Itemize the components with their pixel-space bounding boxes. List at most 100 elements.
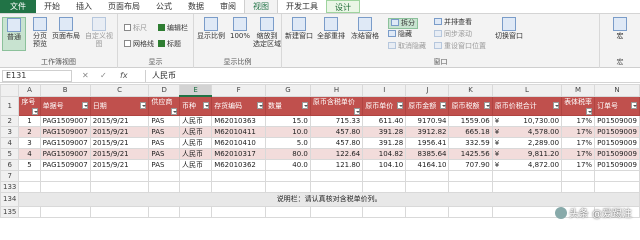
zoom-button[interactable]: 显示比例 xyxy=(196,17,226,51)
formula-bar-checkbox[interactable]: 编辑栏 xyxy=(158,24,188,33)
table-cell-amount[interactable]: ¥2,289.00 xyxy=(491,136,563,149)
insert-function-icon[interactable]: fx xyxy=(120,70,128,82)
select-all-corner[interactable] xyxy=(0,84,20,97)
zoom-100-button[interactable]: 100% xyxy=(228,17,252,51)
filter-dropdown-icon[interactable] xyxy=(397,101,404,109)
table-cell[interactable]: 457.80 xyxy=(309,125,364,138)
table-cell[interactable] xyxy=(18,205,41,218)
table-cell[interactable] xyxy=(211,205,267,218)
table-cell[interactable] xyxy=(405,180,450,193)
table-cell[interactable]: 人民币 xyxy=(179,136,213,149)
cancel-icon[interactable]: ✕ xyxy=(82,70,89,82)
column-header[interactable]: F xyxy=(211,84,267,97)
table-cell-amount[interactable]: ¥4,872.00 xyxy=(491,158,563,171)
tab-formulas[interactable]: 公式 xyxy=(148,0,180,13)
column-header[interactable]: B xyxy=(39,84,91,97)
table-cell[interactable] xyxy=(179,205,213,218)
formula-input[interactable]: 人民币 xyxy=(145,70,638,82)
table-cell[interactable] xyxy=(89,180,150,193)
table-cell[interactable]: 80.0 xyxy=(265,147,311,160)
table-cell[interactable]: PAS xyxy=(148,158,181,171)
table-cell[interactable] xyxy=(309,180,364,193)
table-cell[interactable]: P01509009 xyxy=(594,114,640,127)
table-cell[interactable]: 1559.06 xyxy=(448,114,493,127)
table-cell[interactable]: 17% xyxy=(561,136,596,149)
table-cell[interactable]: PAG1509007 xyxy=(39,147,91,160)
header-cell[interactable]: 原币税额 xyxy=(448,95,493,116)
filter-dropdown-icon[interactable] xyxy=(203,101,210,109)
table-cell[interactable]: 人民币 xyxy=(179,158,213,171)
column-header-selected[interactable]: E xyxy=(179,84,213,97)
table-cell[interactable] xyxy=(148,169,181,182)
table-cell[interactable]: 2015/9/21 xyxy=(89,158,150,171)
table-cell[interactable]: 2015/9/21 xyxy=(89,114,150,127)
table-cell-amount[interactable]: ¥10,730.00 xyxy=(491,114,563,127)
tab-data[interactable]: 数据 xyxy=(180,0,212,13)
reset-position-button[interactable]: 重设窗口位置 xyxy=(434,42,486,51)
table-cell[interactable]: 5 xyxy=(18,158,41,171)
table-cell[interactable]: 5.0 xyxy=(265,136,311,149)
table-cell[interactable] xyxy=(594,180,640,193)
header-cell[interactable]: 原币价税合计 xyxy=(491,95,563,116)
table-cell[interactable]: PAG1509007 xyxy=(39,114,91,127)
table-cell[interactable]: 人民币 xyxy=(179,147,213,160)
row-header[interactable]: 4 xyxy=(0,136,20,149)
enter-icon[interactable]: ✓ xyxy=(100,70,107,82)
table-cell[interactable] xyxy=(405,169,450,182)
table-cell[interactable] xyxy=(265,180,311,193)
table-cell[interactable]: 104.82 xyxy=(362,147,407,160)
row-header[interactable]: 134 xyxy=(0,191,20,207)
tab-insert[interactable]: 插入 xyxy=(68,0,100,13)
table-cell[interactable]: 457.80 xyxy=(309,136,364,149)
table-cell[interactable] xyxy=(448,169,493,182)
switch-windows-button[interactable]: 切换窗口 xyxy=(492,17,526,51)
tab-page-layout[interactable]: 页面布局 xyxy=(100,0,148,13)
header-cell[interactable]: 表体税率 xyxy=(561,95,596,116)
normal-view-button[interactable]: 普通 xyxy=(2,17,26,51)
table-cell[interactable]: 人民币 xyxy=(179,125,213,138)
note-cell[interactable]: 说明栏：请认真核对含税单价列。 xyxy=(18,191,640,207)
column-header[interactable]: D xyxy=(148,84,181,97)
table-cell[interactable]: PAS xyxy=(148,136,181,149)
table-cell[interactable]: PAS xyxy=(148,125,181,138)
table-cell[interactable]: 122.64 xyxy=(309,147,364,160)
column-header[interactable]: N xyxy=(594,84,640,97)
header-cell[interactable]: 订单号 xyxy=(594,95,640,116)
filter-dropdown-icon[interactable] xyxy=(81,101,88,109)
column-header[interactable]: M xyxy=(561,84,596,97)
table-cell[interactable]: 332.59 xyxy=(448,136,493,149)
filter-dropdown-icon[interactable] xyxy=(140,101,147,109)
table-cell[interactable] xyxy=(179,169,213,182)
column-header[interactable]: I xyxy=(362,84,407,97)
table-cell[interactable]: 665.18 xyxy=(448,125,493,138)
table-cell[interactable] xyxy=(405,205,450,218)
row-header[interactable]: 2 xyxy=(0,114,20,127)
tab-file[interactable]: 文件 xyxy=(0,0,36,13)
column-header[interactable]: G xyxy=(265,84,311,97)
table-cell[interactable]: 17% xyxy=(561,125,596,138)
table-cell[interactable] xyxy=(309,205,364,218)
tab-home[interactable]: 开始 xyxy=(36,0,68,13)
table-cell[interactable]: PAS xyxy=(148,147,181,160)
tab-review[interactable]: 审阅 xyxy=(212,0,244,13)
table-cell[interactable]: 391.28 xyxy=(362,136,407,149)
table-cell[interactable] xyxy=(561,169,596,182)
table-cell[interactable] xyxy=(561,180,596,193)
gridlines-checkbox[interactable]: 网格线 xyxy=(124,40,154,49)
filter-dropdown-icon[interactable] xyxy=(301,101,308,109)
freeze-panes-button[interactable]: 冻结窗格 xyxy=(348,17,382,51)
table-cell[interactable] xyxy=(18,180,41,193)
filter-dropdown-icon[interactable] xyxy=(483,101,490,109)
table-cell[interactable] xyxy=(448,180,493,193)
header-cell[interactable]: 币种 xyxy=(179,95,213,116)
header-cell[interactable]: 原币金额 xyxy=(405,95,450,116)
custom-views-button[interactable]: 自定义视图 xyxy=(82,17,116,51)
table-cell[interactable] xyxy=(309,169,364,182)
table-cell[interactable] xyxy=(362,180,407,193)
header-cell[interactable]: 供应商 xyxy=(148,95,181,116)
table-cell[interactable] xyxy=(18,169,41,182)
table-cell[interactable]: P01509009 xyxy=(594,147,640,160)
table-cell[interactable]: P01509009 xyxy=(594,158,640,171)
table-cell[interactable] xyxy=(179,180,213,193)
table-cell[interactable]: 1425.56 xyxy=(448,147,493,160)
